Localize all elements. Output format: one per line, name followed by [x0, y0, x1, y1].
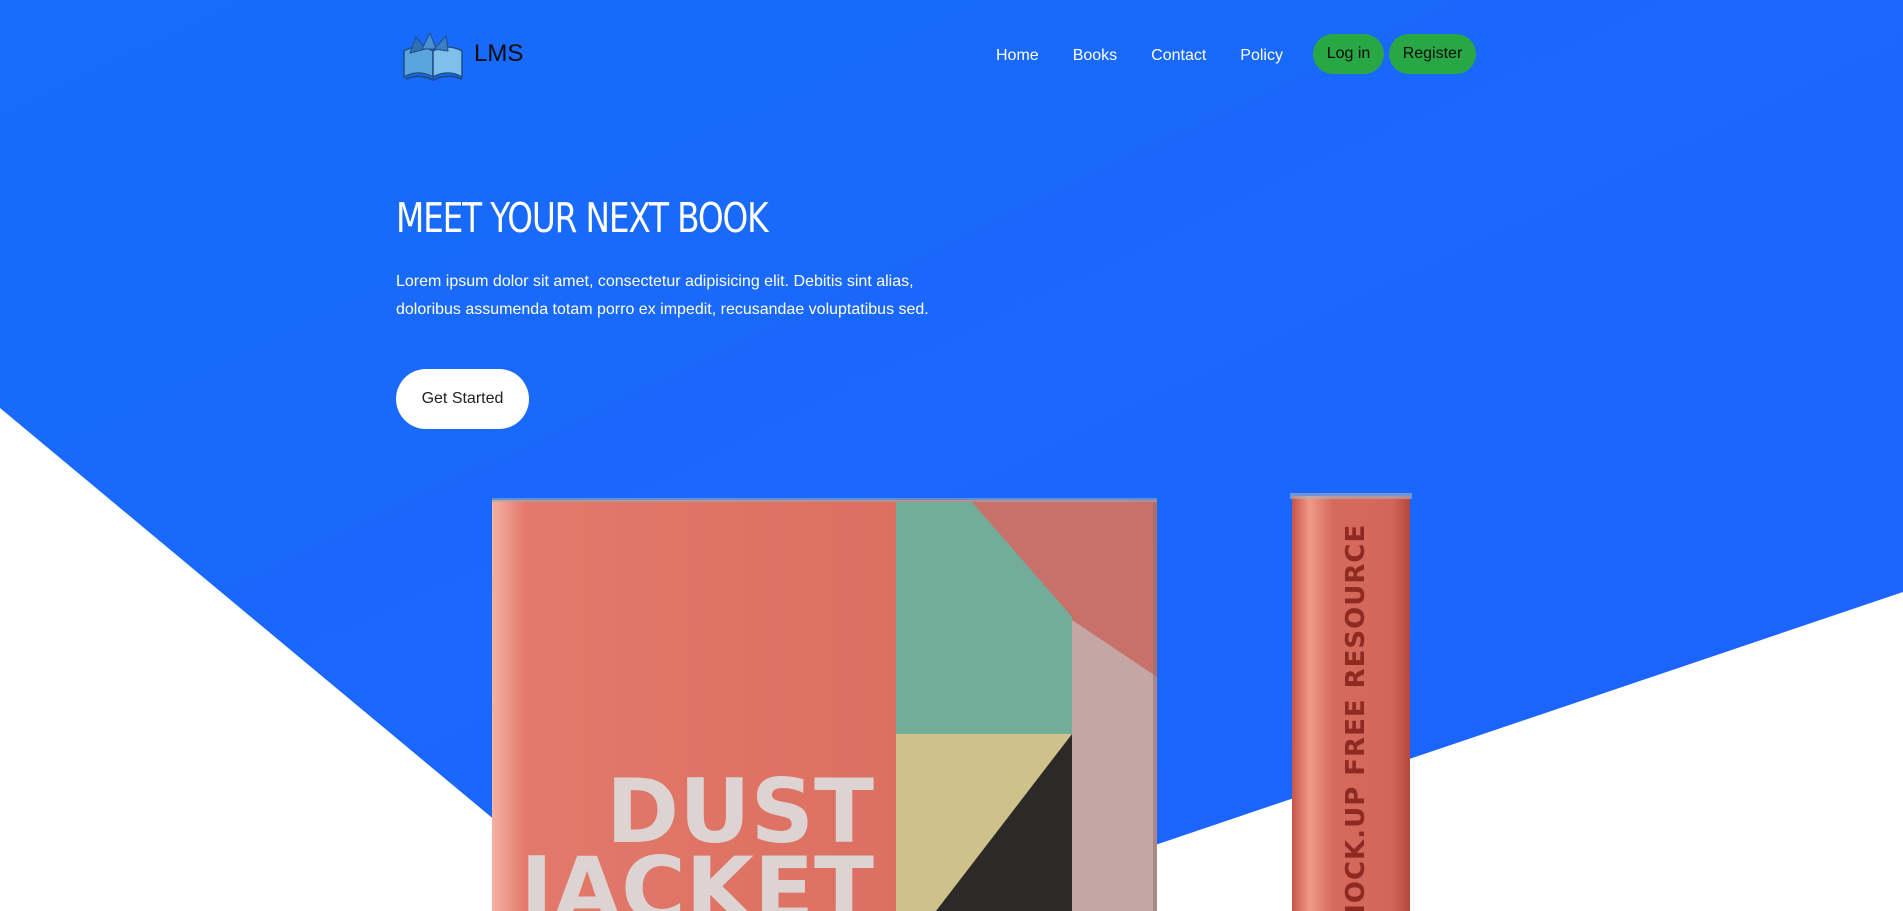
nav-links: Home Books Contact Policy: [996, 47, 1317, 65]
login-button[interactable]: Log in: [1313, 34, 1384, 74]
open-book-icon: [403, 33, 463, 82]
books-image: DUST JACKET MOCK.UP FREE RESOURCE: [492, 493, 1412, 911]
book-spine: MOCK.UP FREE RESOURCE: [1290, 493, 1412, 911]
brand-name: LMS: [474, 40, 524, 67]
spine-text: MOCK.UP FREE RESOURCE: [1341, 524, 1371, 911]
register-button[interactable]: Register: [1389, 34, 1476, 74]
nav-link-policy[interactable]: Policy: [1240, 47, 1283, 65]
nav-link-books[interactable]: Books: [1073, 47, 1117, 65]
cover-title-line2: JACKET: [515, 838, 874, 911]
brand-link[interactable]: LMS: [400, 33, 523, 83]
hero-title: MEET YOUR NEXT BOOK: [396, 194, 769, 242]
hero-description: Lorem ipsum dolor sit amet, consectetur …: [396, 273, 929, 318]
get-started-button[interactable]: Get Started: [396, 369, 529, 429]
nav-link-contact[interactable]: Contact: [1151, 47, 1206, 65]
navbar: LMS Home Books Contact Policy Log in Reg…: [0, 0, 1903, 108]
nav-link-home[interactable]: Home: [996, 47, 1039, 65]
dust-jacket-book: DUST JACKET: [492, 498, 1157, 911]
